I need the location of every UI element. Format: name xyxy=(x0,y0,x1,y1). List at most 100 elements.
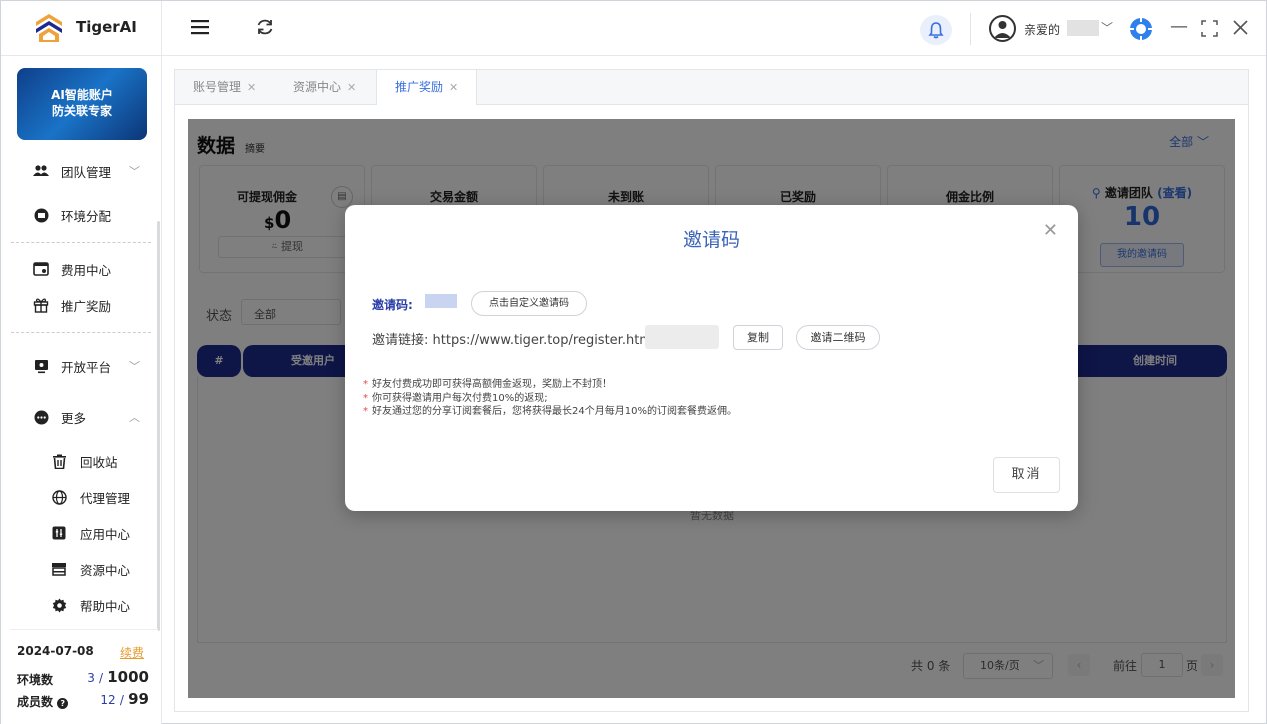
app-name: TigerAI xyxy=(76,18,137,36)
sidebar-item-label: 更多 xyxy=(61,410,87,426)
gift-icon xyxy=(33,297,49,313)
sidebar-item-proxy[interactable]: 代理管理 xyxy=(1,483,159,511)
invite-code-masked xyxy=(425,294,457,308)
cancel-button[interactable]: 取消 xyxy=(993,457,1060,493)
invite-code-label: 邀请码: xyxy=(372,298,413,312)
sidebar: AI智能账户 防关联专家 团队管理 ﹀ 环境分配 费用中心 推广奖励 开放平台 … xyxy=(1,56,162,724)
tab-label: 推广奖励 xyxy=(395,80,444,94)
more-icon xyxy=(33,409,49,425)
invite-link-masked xyxy=(645,325,719,349)
sidebar-item-label: 开放平台 xyxy=(61,359,112,375)
menu-icon[interactable] xyxy=(189,16,211,38)
compass-icon[interactable] xyxy=(1129,17,1153,41)
copy-button[interactable]: 复制 xyxy=(733,325,783,350)
sidebar-item-label: 费用中心 xyxy=(61,262,112,278)
sidebar-item-referral[interactable]: 推广奖励 xyxy=(1,291,159,319)
tab-bar: 账号管理 ✕ 资源中心 ✕ 推广奖励 ✕ xyxy=(174,69,1249,105)
sidebar-scrollbar[interactable] xyxy=(157,221,160,631)
close-icon[interactable]: ✕ xyxy=(247,81,256,94)
app-icon xyxy=(51,525,67,541)
tiger-logo-icon xyxy=(36,14,62,42)
close-icon[interactable]: ✕ xyxy=(347,81,356,94)
expiry-date: 2024-07-08 xyxy=(17,644,94,658)
note-text: 好友通过您的分享订阅套餐后，您将获得最长24个月每月10%的订阅套餐费返佣。 xyxy=(372,406,737,417)
divider xyxy=(970,13,971,45)
sidebar-item-billing[interactable]: 费用中心 xyxy=(1,255,159,283)
close-icon[interactable]: ✕ xyxy=(449,81,458,94)
member-max: 99 xyxy=(128,690,149,708)
close-icon[interactable] xyxy=(1233,20,1248,35)
gear-icon xyxy=(51,597,67,613)
chevron-down-icon: ﹀ xyxy=(129,165,140,178)
promo-line-2: 防关联专家 xyxy=(51,104,112,118)
env-count-value: 3 / 1000 xyxy=(87,668,149,686)
top-bar: TigerAI 亲爱的 ﹀ — xyxy=(1,1,1266,56)
billing-icon xyxy=(33,261,49,277)
bell-icon xyxy=(928,22,944,39)
maximize-icon[interactable] xyxy=(1201,20,1218,37)
notes-list: * 好友付费成功即可获得高额佣金返现，奖励上不封顶！ * 你可获得邀请用户每次付费1… xyxy=(363,378,737,419)
minimize-icon[interactable]: — xyxy=(1170,16,1188,38)
chevron-down-icon[interactable]: ﹀ xyxy=(1101,19,1113,36)
sidebar-item-label: 回收站 xyxy=(80,454,118,470)
user-icon xyxy=(994,21,1011,38)
user-greeting[interactable]: 亲爱的 xyxy=(1024,21,1060,38)
tab-account[interactable]: 账号管理 ✕ xyxy=(193,70,256,105)
env-sep: / xyxy=(99,671,104,685)
note-item: * 好友付费成功即可获得高额佣金返现，奖励上不封顶！ xyxy=(363,379,612,390)
note-item: * 好友通过您的分享订阅套餐后，您将获得最长24个月每月10%的订阅套餐费返佣。 xyxy=(363,406,737,417)
member-count-value: 12 / 99 xyxy=(100,690,149,708)
chevron-down-icon: ﹀ xyxy=(129,360,140,373)
member-used: 12 xyxy=(100,693,116,707)
sidebar-item-label: 团队管理 xyxy=(61,164,112,180)
sidebar-item-label: 推广奖励 xyxy=(61,298,112,314)
dialog-title: 邀请码 xyxy=(682,229,740,251)
sidebar-item-apps[interactable]: 应用中心 xyxy=(1,519,159,547)
proxy-icon xyxy=(51,489,67,505)
avatar[interactable] xyxy=(989,15,1016,42)
trash-icon xyxy=(51,453,67,469)
sidebar-item-label: 资源中心 xyxy=(80,562,131,578)
promo-line-1: AI智能账户 xyxy=(51,88,113,102)
question-icon[interactable]: ? xyxy=(57,698,69,709)
sidebar-item-env[interactable]: 环境分配 xyxy=(1,201,159,229)
tab-resources[interactable]: 资源中心 ✕ xyxy=(293,70,356,105)
promo-banner[interactable]: AI智能账户 防关联专家 xyxy=(17,68,147,140)
divider xyxy=(11,332,151,333)
member-label-text: 成员数 xyxy=(17,695,54,709)
tab-referral[interactable]: 推广奖励 ✕ xyxy=(376,70,478,105)
sidebar-item-label: 应用中心 xyxy=(80,526,131,542)
app-window: TigerAI 亲爱的 ﹀ — AI智能账户 防关联专家 团队管理 ﹀ 环境分配… xyxy=(0,0,1267,724)
sidebar-item-more[interactable]: 更多 ︿ xyxy=(1,403,159,431)
chevron-up-icon: ︿ xyxy=(129,411,140,424)
invite-link-row: 邀请链接: https://www.tiger.top/register.htm… xyxy=(372,329,662,348)
sidebar-item-help[interactable]: 帮助中心 xyxy=(1,591,159,619)
refresh-icon[interactable] xyxy=(254,16,276,38)
close-icon[interactable]: ✕ xyxy=(1043,220,1058,241)
sidebar-item-label: 代理管理 xyxy=(80,490,131,506)
sidebar-item-team[interactable]: 团队管理 ﹀ xyxy=(1,157,159,185)
store-icon xyxy=(51,561,67,577)
sidebar-item-resources[interactable]: 资源中心 xyxy=(1,555,159,583)
renew-link[interactable]: 续费 xyxy=(120,644,144,661)
open-platform-icon xyxy=(33,358,49,374)
custom-code-button[interactable]: 点击自定义邀请码 xyxy=(471,291,587,316)
notification-button[interactable] xyxy=(920,15,952,45)
env-max: 1000 xyxy=(107,668,149,686)
team-icon xyxy=(33,163,49,179)
env-used: 3 xyxy=(87,671,95,685)
qr-code-button[interactable]: 邀请二维码 xyxy=(796,325,880,350)
brand[interactable]: TigerAI xyxy=(1,1,162,56)
note-text: 好友付费成功即可获得高额佣金返现，奖励上不封顶！ xyxy=(372,379,612,390)
note-item: * 你可获得邀请用户每次付费10%的返现; xyxy=(363,392,548,404)
sidebar-item-label: 环境分配 xyxy=(61,208,112,224)
invite-code-dialog: 邀请码 ✕ 邀请码: 点击自定义邀请码 邀请链接: https://www.ti… xyxy=(345,205,1078,511)
quota-panel: 2024-07-08 续费 环境数 3 / 1000 成员数 ? 12 / 99 xyxy=(10,629,158,717)
member-sep: / xyxy=(119,693,124,707)
invite-link-label: 邀请链接: xyxy=(372,333,429,348)
user-name-masked xyxy=(1067,20,1099,36)
env-icon xyxy=(33,207,49,223)
invite-link-value[interactable]: https://www.tiger.top/register.html? xyxy=(433,333,663,348)
sidebar-item-recycle[interactable]: 回收站 xyxy=(1,447,159,475)
sidebar-item-open-platform[interactable]: 开放平台 ﹀ xyxy=(1,352,159,380)
